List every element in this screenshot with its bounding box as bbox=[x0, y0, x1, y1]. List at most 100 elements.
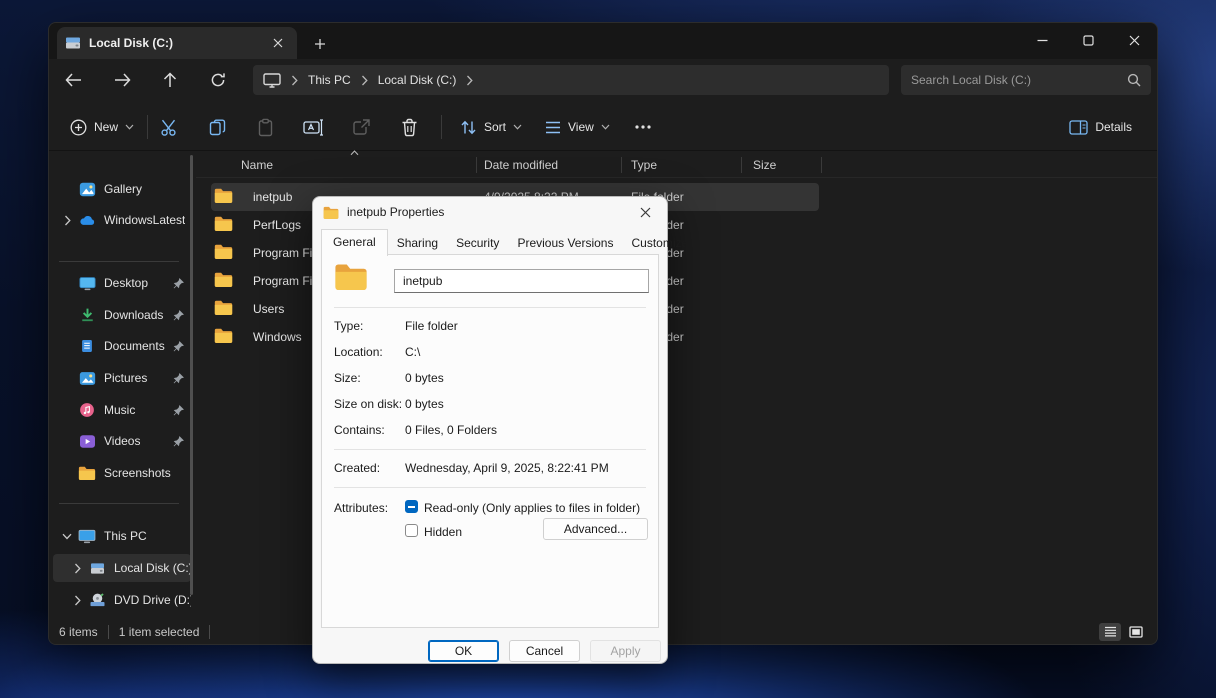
breadcrumb: This PC Local Disk (C:) bbox=[253, 65, 889, 95]
thumbnail-view-toggle[interactable] bbox=[1125, 623, 1147, 641]
hidden-checkbox[interactable] bbox=[405, 524, 418, 537]
tab-title: Local Disk (C:) bbox=[89, 36, 174, 50]
column-header-size[interactable]: Size bbox=[753, 158, 776, 172]
sidebar-item-music[interactable]: Music bbox=[53, 396, 191, 424]
sidebar-item-this-pc[interactable]: This PC bbox=[53, 522, 191, 550]
maximize-button[interactable] bbox=[1065, 23, 1111, 57]
breadcrumb-local-disk[interactable]: Local Disk (C:) bbox=[378, 73, 457, 87]
tab-general[interactable]: General bbox=[321, 229, 388, 256]
file-name: PerfLogs bbox=[253, 218, 302, 232]
search-input[interactable] bbox=[911, 73, 1127, 87]
dialog-close-icon[interactable] bbox=[633, 200, 657, 224]
dvd-drive-icon bbox=[87, 593, 107, 607]
forward-button[interactable] bbox=[106, 64, 138, 96]
view-button[interactable]: View bbox=[536, 109, 619, 145]
apply-button[interactable]: Apply bbox=[590, 640, 661, 662]
column-header-type[interactable]: Type bbox=[631, 158, 657, 172]
sidebar-item-pictures[interactable]: Pictures bbox=[53, 364, 191, 392]
type-value: File folder bbox=[405, 319, 458, 333]
sort-button[interactable]: Sort bbox=[451, 109, 531, 145]
sidebar-item-gallery[interactable]: Gallery bbox=[53, 175, 191, 203]
pin-icon bbox=[173, 404, 191, 416]
sidebar-item-label: Gallery bbox=[104, 182, 143, 196]
back-button[interactable] bbox=[57, 64, 89, 96]
chevron-down-icon[interactable] bbox=[57, 533, 77, 540]
tab-security[interactable]: Security bbox=[447, 232, 508, 255]
item-count: 6 items bbox=[59, 624, 98, 639]
advanced-button-label: Advanced... bbox=[563, 522, 628, 536]
sidebar-item-desktop[interactable]: Desktop bbox=[53, 269, 191, 297]
plus-circle-icon bbox=[70, 119, 87, 136]
tab-previous-versions[interactable]: Previous Versions bbox=[508, 232, 622, 255]
folder-icon bbox=[214, 244, 233, 259]
size-on-disk-label: Size on disk: bbox=[334, 397, 403, 411]
tab-sharing[interactable]: Sharing bbox=[388, 232, 447, 255]
delete-button[interactable] bbox=[391, 109, 427, 145]
view-lines-icon bbox=[545, 121, 561, 134]
more-options-button[interactable] bbox=[625, 109, 661, 145]
rename-button[interactable] bbox=[295, 109, 331, 145]
chevron-right-icon[interactable] bbox=[67, 595, 87, 606]
new-button[interactable]: New bbox=[61, 109, 143, 145]
sidebar-item-documents[interactable]: Documents bbox=[53, 332, 191, 360]
copy-button[interactable] bbox=[199, 109, 235, 145]
sidebar-item-downloads[interactable]: Downloads bbox=[53, 301, 191, 329]
this-pc-icon[interactable] bbox=[263, 72, 281, 88]
ok-button[interactable]: OK bbox=[428, 640, 499, 662]
desktop-wallpaper: Local Disk (C:) This PC Local Disk (C:) … bbox=[0, 0, 1216, 698]
folder-icon bbox=[214, 328, 233, 343]
close-button[interactable] bbox=[1111, 23, 1157, 57]
this-pc-icon bbox=[77, 529, 97, 544]
column-header-name[interactable]: Name bbox=[241, 158, 273, 172]
sidebar-item-screenshots[interactable]: Screenshots bbox=[53, 459, 191, 487]
sidebar-scrollbar[interactable] bbox=[190, 155, 193, 595]
sidebar-item-videos[interactable]: Videos bbox=[53, 427, 191, 455]
paste-button[interactable] bbox=[247, 109, 283, 145]
tab-close-icon[interactable] bbox=[267, 32, 289, 54]
folder-name-input[interactable] bbox=[394, 269, 649, 293]
titlebar: Local Disk (C:) bbox=[49, 23, 1157, 59]
search-box[interactable] bbox=[901, 65, 1151, 95]
folder-icon bbox=[77, 466, 97, 480]
refresh-button[interactable] bbox=[202, 64, 234, 96]
sidebar-item-label: Pictures bbox=[104, 371, 148, 385]
sidebar-item-label: Documents bbox=[104, 339, 165, 353]
chevron-right-icon[interactable] bbox=[67, 563, 87, 574]
cancel-button-label: Cancel bbox=[525, 644, 564, 658]
share-button[interactable] bbox=[343, 109, 379, 145]
downloads-icon bbox=[77, 307, 97, 323]
view-button-label: View bbox=[568, 120, 594, 134]
created-label: Created: bbox=[334, 461, 381, 475]
details-view-toggle[interactable] bbox=[1099, 622, 1121, 641]
size-on-disk-value: 0 bytes bbox=[405, 397, 444, 411]
contains-label: Contains: bbox=[334, 423, 385, 437]
sidebar-item-windowslatest[interactable]: WindowsLatest bbox=[53, 206, 191, 234]
explorer-tab[interactable]: Local Disk (C:) bbox=[57, 27, 297, 59]
desktop-icon bbox=[77, 276, 97, 291]
sidebar-item-local-disk-c[interactable]: Local Disk (C:) bbox=[53, 554, 191, 582]
folder-icon bbox=[323, 206, 339, 219]
cut-button[interactable] bbox=[151, 109, 187, 145]
sidebar-item-dvd-drive-d[interactable]: DVD Drive (D:) bbox=[53, 586, 191, 614]
type-label: Type: bbox=[334, 319, 364, 333]
file-name: Windows bbox=[253, 330, 302, 344]
breadcrumb-this-pc[interactable]: This PC bbox=[308, 73, 351, 87]
general-tab-page: Type: File folder Location: C:\ Size: 0 … bbox=[321, 254, 659, 628]
cancel-button[interactable]: Cancel bbox=[509, 640, 580, 662]
hidden-label: Hidden bbox=[424, 525, 463, 539]
chevron-right-icon[interactable] bbox=[57, 215, 77, 226]
advanced-button[interactable]: Advanced... bbox=[543, 518, 648, 540]
details-pane-button[interactable]: Details bbox=[1060, 109, 1141, 145]
sidebar-item-label: Screenshots bbox=[104, 466, 171, 480]
sort-ascending-icon bbox=[350, 150, 359, 156]
minimize-button[interactable] bbox=[1019, 23, 1065, 57]
readonly-checkbox[interactable] bbox=[405, 500, 418, 513]
search-icon[interactable] bbox=[1127, 73, 1141, 87]
new-tab-button[interactable] bbox=[307, 31, 333, 57]
sidebar-item-label: Music bbox=[104, 403, 136, 417]
pin-icon bbox=[173, 372, 191, 384]
tab-customize[interactable]: Customize bbox=[622, 232, 697, 255]
up-button[interactable] bbox=[154, 64, 186, 96]
documents-icon bbox=[77, 338, 97, 354]
column-header-date-modified[interactable]: Date modified bbox=[484, 158, 558, 172]
